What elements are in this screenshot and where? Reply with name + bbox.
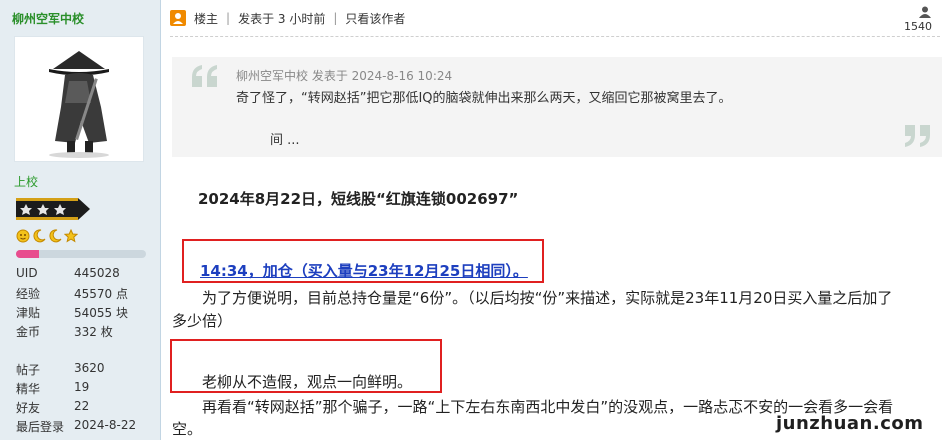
moon-medal-icon [49, 229, 62, 243]
site-watermark: junzhuan.com [776, 413, 924, 434]
header-divider [170, 36, 940, 37]
close-quote-icon [905, 125, 930, 147]
only-author-link[interactable]: 只看该作者 [345, 10, 405, 27]
person-icon [919, 6, 931, 18]
quote-more: 间 ... [270, 133, 300, 148]
open-quote-icon [192, 65, 217, 87]
op-label: 楼主 [194, 11, 219, 26]
highlight-box [182, 239, 544, 283]
author-sidebar: 柳州空军中校 上校 UID 445028 经验 45570 点 津贴 54055… [0, 0, 161, 440]
post-headline: 2024年8月22日，短线股“红旗连锁002697” [198, 190, 519, 208]
paragraph-1-line-2: 多少倍） [172, 312, 233, 330]
stat-experience: 经验 45570 点 [16, 287, 128, 301]
author-username[interactable]: 柳州空军中校 [12, 10, 84, 27]
quote-meta: 柳州空军中校 发表于 2024-8-16 10:24 [236, 69, 453, 83]
stat-gold: 金币 332 枚 [16, 325, 113, 339]
separator: | [226, 11, 231, 25]
stat-uid: UID 445028 [16, 266, 120, 280]
quote-block: 柳州空军中校 发表于 2024-8-16 10:24 奇了怪了，“转网赵括”把它… [172, 57, 942, 157]
level-progress-fill [16, 250, 40, 258]
level-progress-bar [16, 250, 146, 258]
star-medal-icon [64, 229, 78, 243]
author-rank: 上校 [14, 175, 39, 189]
view-count-area: 1540 [896, 6, 936, 33]
author-avatar[interactable] [14, 36, 144, 162]
post-time: 发表于 3 小时前 [238, 11, 326, 26]
stat-allowance: 津贴 54055 块 [16, 306, 128, 320]
medal-row [16, 228, 78, 244]
user-icon [170, 10, 186, 26]
separator: | [333, 11, 338, 25]
stat-last-login: 最后登录 2024-8-22 [16, 418, 137, 434]
stat-posts: 帖子 3620 [16, 361, 105, 377]
moon-medal-icon [33, 229, 46, 243]
rank-badge-icon [16, 196, 90, 222]
view-count: 1540 [904, 20, 932, 33]
stat-friends: 好友 22 [16, 399, 90, 415]
paragraph-3-line-2: 空。 [172, 420, 203, 438]
paragraph-1-line-1: 为了方便说明，目前总持仓量是“6份”。（以后均按“份”来描述，实际就是23年11… [202, 289, 893, 307]
post-header: 楼主 | 发表于 3 小时前 | 只看该作者 [170, 8, 405, 28]
sun-medal-icon [16, 229, 30, 243]
highlight-box [170, 339, 442, 393]
quote-text: 奇了怪了，“转网赵括”把它那低IQ的脑袋就伸出来那么两天，又缩回它那被窝里去了。 [236, 91, 732, 106]
stat-digest: 精华 19 [16, 380, 90, 396]
